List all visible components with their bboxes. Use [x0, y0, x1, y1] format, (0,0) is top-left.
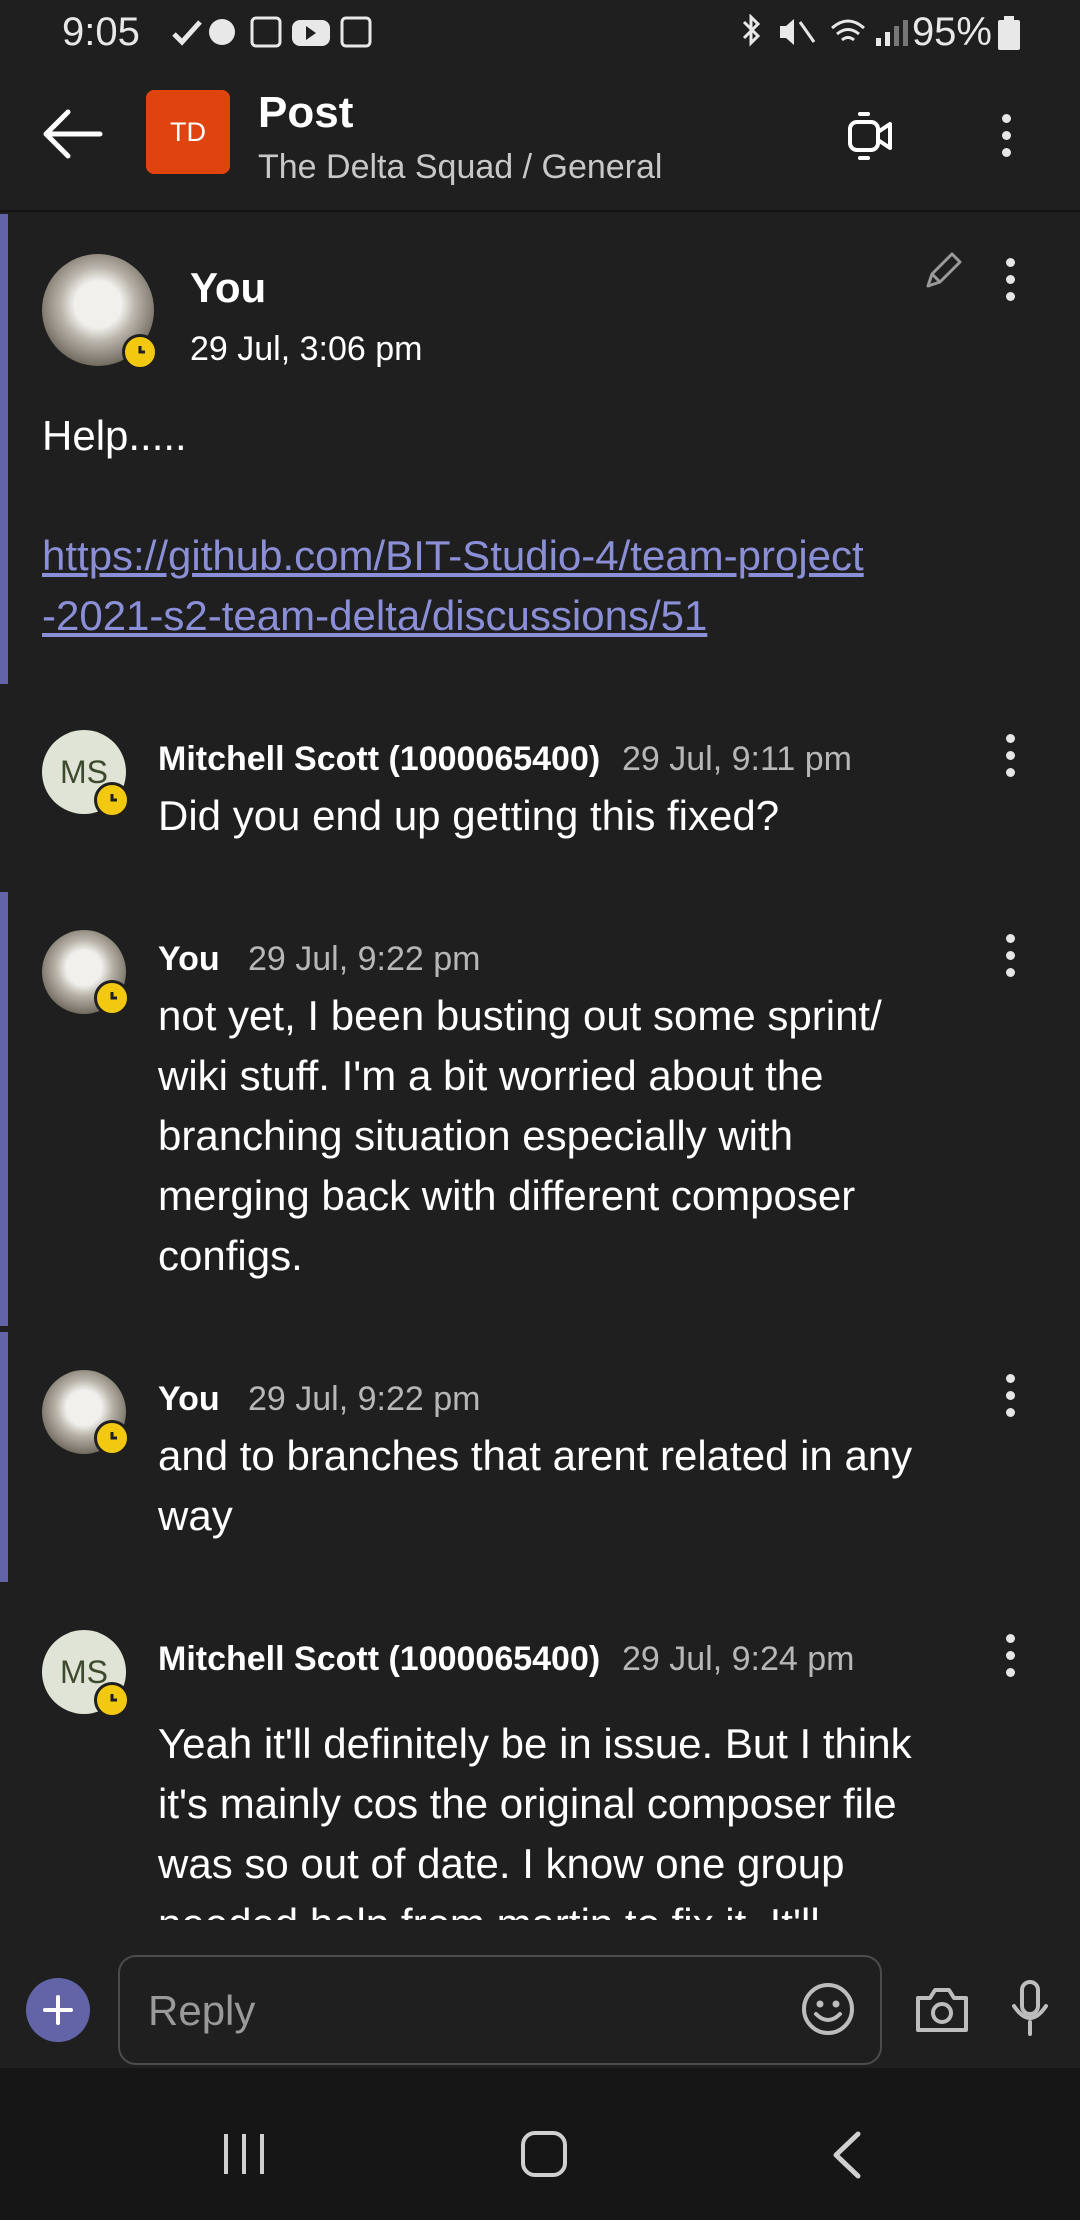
reply-author: Mitchell Scott (1000065400): [158, 740, 601, 778]
reply-author: Mitchell Scott (1000065400): [158, 1640, 601, 1678]
emoji-icon[interactable]: [800, 1981, 856, 2037]
reply-text: not yet, I been busting out some sprint/…: [158, 986, 1058, 1286]
post-timestamp: 29 Jul, 3:06 pm: [190, 330, 423, 368]
post-more-icon[interactable]: [1000, 258, 1020, 301]
microphone-icon[interactable]: [1010, 1980, 1050, 2038]
reply-more-icon[interactable]: [1000, 1634, 1020, 1677]
reply-text-line: Yeah it'll definitely be in issue. But I…: [158, 1720, 912, 1767]
status-time: 9:05: [62, 10, 140, 54]
reply-timestamp: 29 Jul, 9:24 pm: [622, 1640, 855, 1678]
reply-text-line: needed help from martin to fix it. It'll: [158, 1894, 1058, 1920]
away-status-icon: [94, 1682, 130, 1718]
reply-text-line: configs.: [158, 1232, 303, 1279]
battery-level: 95%: [911, 10, 992, 54]
own-post-accent-bar: [0, 214, 8, 684]
reply-text-line: and to branches that arent related in an…: [158, 1432, 913, 1479]
reply-text: and to branches that arent related in an…: [158, 1426, 1058, 1546]
composer-divider: [0, 1920, 1080, 1954]
nav-back-icon[interactable]: [830, 2130, 866, 2180]
post-text: Help.....: [42, 412, 187, 459]
header-more-icon[interactable]: [996, 114, 1016, 157]
away-status-icon: [94, 782, 130, 818]
reply-timestamp: 29 Jul, 9:22 pm: [248, 1380, 481, 1418]
post-link[interactable]: https://github.com/BIT-Studio-4/team-pro…: [42, 526, 1042, 646]
reply-more-icon[interactable]: [1000, 1374, 1020, 1417]
system-icons: [736, 14, 916, 50]
reply-text-line: wiki stuff. I'm a bit worried about the: [158, 1052, 824, 1099]
away-status-icon: [94, 1420, 130, 1456]
plus-icon[interactable]: [26, 1978, 90, 2042]
reply-text-line: branching situation especially with: [158, 1112, 794, 1159]
reply-text-line: merging back with different composer: [158, 1172, 856, 1219]
page-title: Post: [258, 88, 354, 137]
reply-text: Yeah it'll definitely be in issue. But I…: [158, 1714, 1058, 1920]
reply-more-icon[interactable]: [1000, 934, 1020, 977]
post-author: You: [190, 264, 267, 311]
battery-icon: [998, 15, 1020, 50]
notification-icons: [170, 14, 400, 50]
post-link-line-2[interactable]: -2021-s2-team-delta/discussions/51: [42, 586, 1042, 646]
own-post-accent-bar: [0, 1332, 8, 1582]
back-arrow-icon[interactable]: [40, 108, 106, 160]
reply-author: You: [158, 1380, 220, 1418]
reply-text-line: was so out of date. I know one group: [158, 1840, 845, 1887]
recents-icon[interactable]: [220, 2132, 268, 2176]
reply-timestamp: 29 Jul, 9:22 pm: [248, 940, 481, 978]
own-post-accent-bar: [0, 892, 8, 1326]
reply-text-line: Did you end up getting this fixed?: [158, 792, 780, 839]
camera-icon[interactable]: [914, 1984, 970, 2034]
reply-text-line: not yet, I been busting out some sprint/: [158, 992, 882, 1039]
reply-more-icon[interactable]: [1000, 734, 1020, 777]
reply-placeholder: Reply: [148, 1987, 256, 2034]
reply-text-line: it's mainly cos the original composer fi…: [158, 1780, 897, 1827]
video-call-icon[interactable]: [846, 110, 896, 162]
battery-indicator: 95%: [912, 10, 1020, 55]
edit-pencil-icon[interactable]: [922, 252, 962, 292]
away-status-icon: [94, 980, 130, 1016]
post-link-line-1[interactable]: https://github.com/BIT-Studio-4/team-pro…: [42, 526, 1042, 586]
reply-text-line: way: [158, 1492, 233, 1539]
team-avatar: TD: [146, 90, 230, 174]
home-icon[interactable]: [520, 2130, 568, 2178]
team-initials: TD: [170, 116, 206, 147]
reply-timestamp: 29 Jul, 9:11 pm: [622, 740, 852, 778]
reply-author: You: [158, 940, 220, 978]
reply-input[interactable]: Reply: [118, 1955, 882, 2065]
away-status-icon: [122, 334, 158, 370]
status-bar: 9:05 95%: [0, 0, 1080, 66]
channel-breadcrumb: The Delta Squad / General: [258, 148, 663, 186]
